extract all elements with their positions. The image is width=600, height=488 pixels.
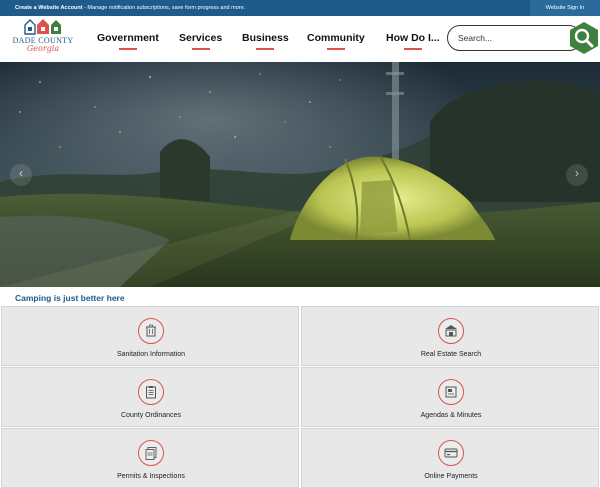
nav-services-label: Services: [179, 32, 223, 44]
tile-agendas-minutes[interactable]: Agendas & Minutes: [301, 367, 599, 427]
nav-government[interactable]: Government: [97, 32, 159, 50]
nav-underline: [403, 48, 422, 50]
tile-online-payments[interactable]: Online Payments: [301, 428, 599, 488]
nav-underline: [326, 48, 345, 50]
tile-label: Sanitation Information: [116, 351, 186, 358]
document-icon: [438, 379, 464, 405]
create-account-title[interactable]: Create a Website Account: [15, 5, 83, 11]
previous-slide-button[interactable]: ‹: [10, 164, 32, 186]
hero-camping-image: [0, 62, 600, 287]
tile-real-estate-search[interactable]: Real Estate Search: [301, 306, 599, 366]
trash-can-icon: [138, 318, 164, 344]
dade-county-logo[interactable]: DADE COUNTY Georgia: [10, 19, 76, 59]
tile-sanitation-information[interactable]: Sanitation Information: [1, 306, 299, 366]
credit-card-icon: [438, 440, 464, 466]
tile-label: Agendas & Minutes: [420, 412, 482, 419]
nav-business[interactable]: Business: [242, 32, 289, 50]
logo-text-state: Georgia: [26, 44, 60, 53]
hero-slideshow: ‹ ›: [0, 62, 600, 287]
chevron-left-icon: ‹: [19, 166, 23, 180]
site-header: DADE COUNTY Georgia Government Services …: [0, 16, 600, 62]
building-icon: [438, 318, 464, 344]
create-account-description: - Manage notification subscriptions, sav…: [82, 5, 246, 11]
tile-label: Permits & Inspections: [117, 473, 185, 480]
nav-underline: [118, 48, 137, 50]
nav-underline: [191, 48, 210, 50]
create-account-link[interactable]: Create a Website Account - Manage notifi…: [15, 5, 245, 11]
search-button[interactable]: [567, 21, 600, 55]
nav-how-do-i-label: How Do I...: [386, 32, 440, 44]
search-box: [447, 25, 582, 51]
chevron-right-icon: ›: [575, 166, 579, 180]
search-input[interactable]: [458, 32, 558, 44]
nav-community[interactable]: Community: [307, 32, 365, 50]
nav-underline: [256, 48, 275, 50]
nav-business-label: Business: [242, 32, 289, 44]
nav-how-do-i[interactable]: How Do I...: [386, 32, 440, 50]
quick-links-grid: Sanitation Information Real Estate Searc…: [0, 306, 600, 488]
tile-label: County Ordinances: [121, 412, 181, 419]
tile-label: Real Estate Search: [420, 351, 482, 358]
next-slide-button[interactable]: ›: [566, 164, 588, 186]
clipboard-icon: [138, 379, 164, 405]
tile-label: Online Payments: [424, 473, 478, 480]
tile-permits-inspections[interactable]: Permits & Inspections: [1, 428, 299, 488]
nav-government-label: Government: [97, 32, 159, 44]
logo-houses-icon: [24, 19, 61, 35]
nav-community-label: Community: [307, 32, 365, 44]
top-utility-bar: Create a Website Account - Manage notifi…: [0, 0, 600, 16]
nav-services[interactable]: Services: [179, 32, 223, 50]
tile-county-ordinances[interactable]: County Ordinances: [1, 367, 299, 427]
website-sign-in-button[interactable]: Website Sign In: [530, 0, 600, 16]
hero-caption: Camping is just better here: [15, 293, 125, 303]
papers-icon: [138, 440, 164, 466]
